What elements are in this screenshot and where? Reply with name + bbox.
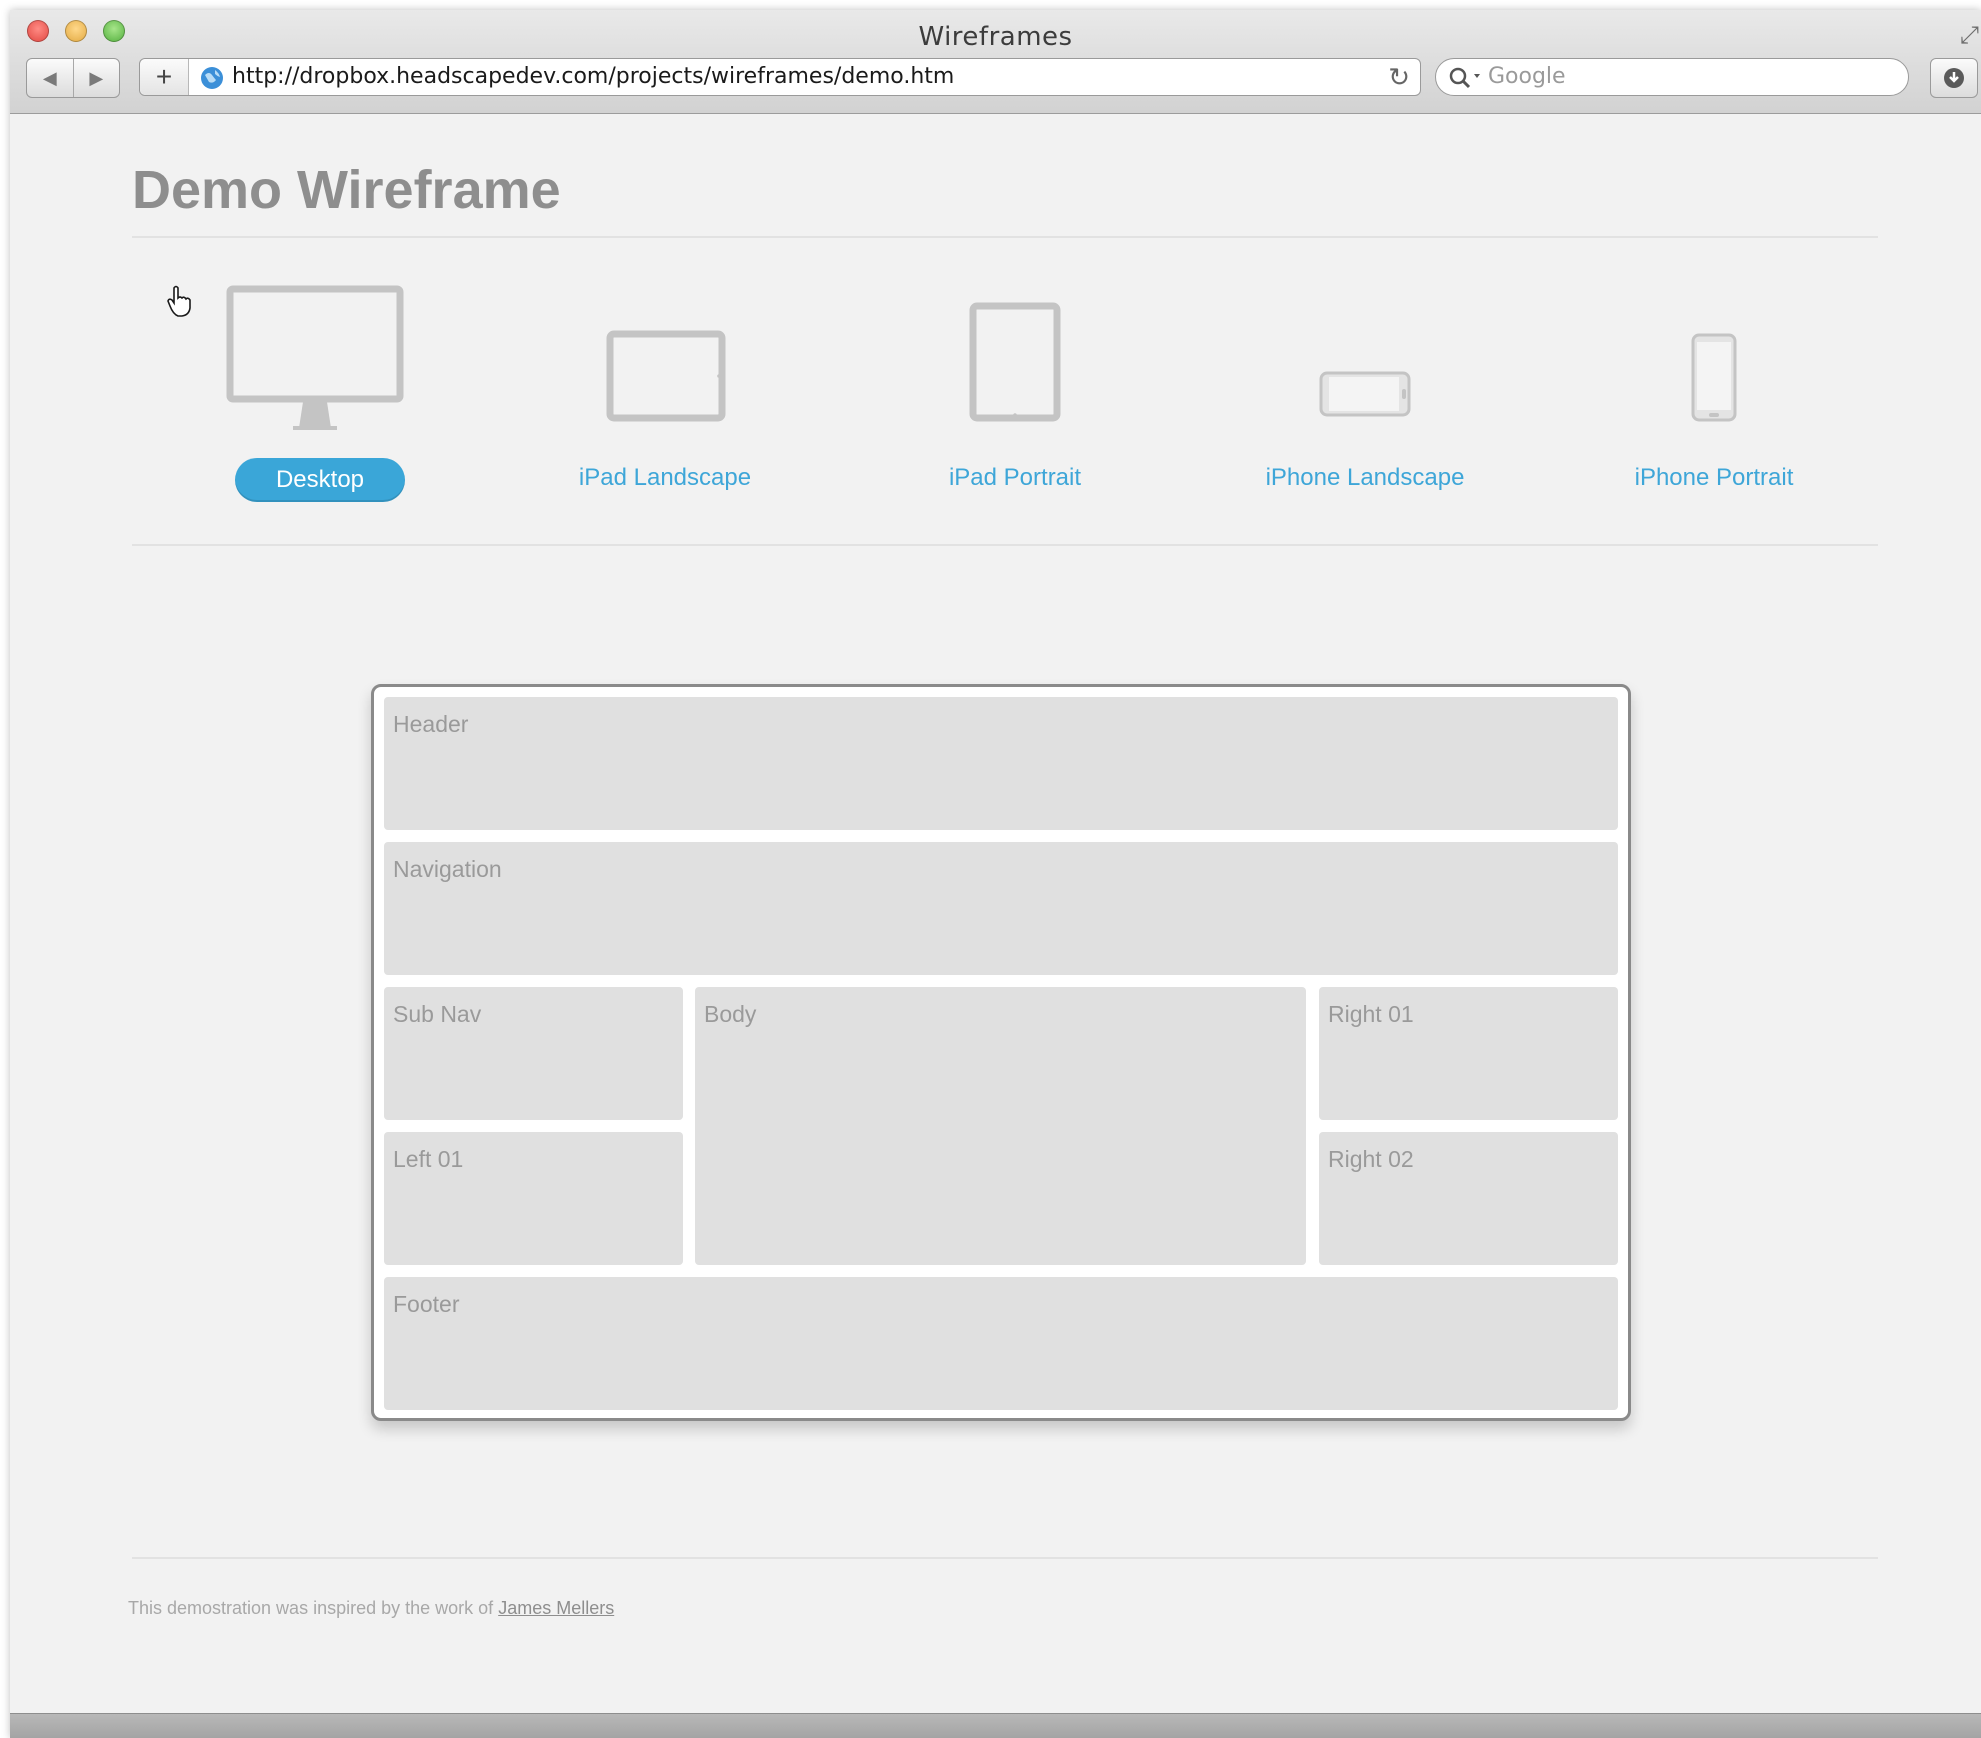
devices-divider <box>132 544 1878 546</box>
downloads-button[interactable] <box>1930 58 1978 98</box>
reload-icon[interactable]: ↻ <box>1388 62 1410 93</box>
forward-arrow-icon[interactable]: ▶ <box>74 59 120 97</box>
device-ipad-portrait[interactable]: iPad Portrait <box>865 284 1165 514</box>
wireframe-body: Body <box>695 987 1306 1265</box>
wireframe-footer: Footer <box>384 1277 1618 1410</box>
credit-text-label: This demostration was inspired by the wo… <box>128 1598 494 1618</box>
browser-window: Wireframes ⤢ ◀ ▶ + http://dropbox.headsc… <box>10 10 1981 1738</box>
device-label-iphone-portrait[interactable]: iPhone Portrait <box>1564 464 1864 492</box>
iphone-portrait-icon <box>1691 333 1737 422</box>
ipad-landscape-icon <box>606 330 726 422</box>
wireframe-header: Header <box>384 697 1618 830</box>
wireframe-navigation: Navigation <box>384 842 1618 975</box>
add-bookmark-button[interactable]: + <box>140 59 189 95</box>
browser-toolbar: Wireframes ⤢ ◀ ▶ + http://dropbox.headsc… <box>10 10 1981 114</box>
address-bar[interactable]: + http://dropbox.headscapedev.com/projec… <box>139 58 1421 96</box>
wireframe-right-02: Right 02 <box>1319 1132 1618 1265</box>
download-icon <box>1944 68 1964 88</box>
device-label-ipad-landscape[interactable]: iPad Landscape <box>515 464 815 492</box>
device-iphone-landscape[interactable]: iPhone Landscape <box>1215 284 1515 514</box>
desktop-monitor-icon <box>226 285 404 430</box>
hand-cursor-icon <box>167 285 191 317</box>
title-divider <box>132 236 1878 238</box>
device-label-iphone-landscape[interactable]: iPhone Landscape <box>1215 464 1515 492</box>
nav-buttons: ◀ ▶ <box>26 58 120 98</box>
iphone-landscape-icon <box>1319 371 1411 417</box>
globe-icon <box>201 67 223 89</box>
url-text[interactable]: http://dropbox.headscapedev.com/projects… <box>232 64 954 89</box>
device-desktop[interactable]: Desktop <box>165 284 465 514</box>
search-placeholder: Google <box>1488 64 1566 89</box>
wireframe-right-01: Right 01 <box>1319 987 1618 1120</box>
search-field[interactable]: Google <box>1435 58 1909 96</box>
wireframe-sub-nav: Sub Nav <box>384 987 683 1120</box>
fullscreen-icon[interactable]: ⤢ <box>1960 22 1979 50</box>
wireframe-preview: Header Navigation Sub Nav Body Right 01 … <box>371 684 1631 1421</box>
ipad-portrait-icon <box>969 302 1061 422</box>
device-ipad-landscape[interactable]: iPad Landscape <box>515 284 815 514</box>
wireframe-left-01: Left 01 <box>384 1132 683 1265</box>
search-icon <box>1449 67 1480 89</box>
page-title: Demo Wireframe <box>132 160 561 220</box>
back-arrow-icon[interactable]: ◀ <box>27 59 74 97</box>
credit-link[interactable]: James Mellers <box>498 1598 614 1618</box>
device-label-ipad-portrait[interactable]: iPad Portrait <box>865 464 1165 492</box>
window-title: Wireframes <box>918 22 1073 52</box>
web-page: Demo Wireframe Desktop iPad Landscape iP… <box>10 114 1981 1724</box>
credit-text: This demostration was inspired by the wo… <box>128 1598 614 1619</box>
footer-divider <box>132 1557 1878 1559</box>
window-bottom-bar <box>10 1713 1981 1738</box>
device-label-desktop[interactable]: Desktop <box>235 458 405 502</box>
device-iphone-portrait[interactable]: iPhone Portrait <box>1564 284 1864 514</box>
